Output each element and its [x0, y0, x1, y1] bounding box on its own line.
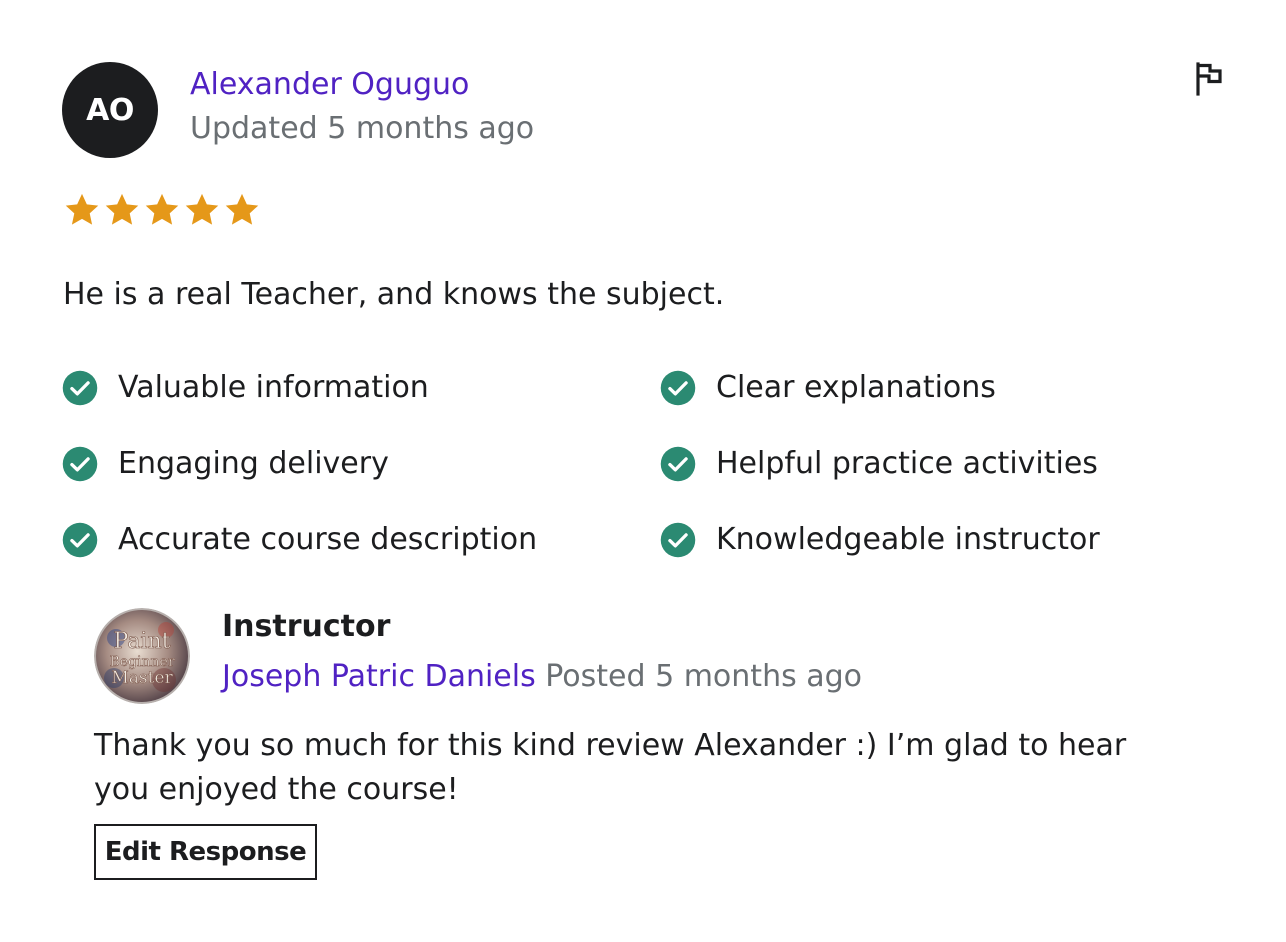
check-circle-icon	[62, 370, 98, 406]
edit-response-button[interactable]: Edit Response	[94, 824, 317, 880]
review-updated-date: Updated 5 months ago	[190, 111, 535, 146]
review-tag-label: Clear explanations	[716, 370, 996, 405]
reviewer-avatar: AO	[62, 62, 158, 158]
star-icon	[182, 190, 222, 230]
star-icon	[222, 190, 262, 230]
review-tag: Accurate course description	[62, 518, 537, 562]
check-circle-icon	[660, 522, 696, 558]
review-tag: Helpful practice activities	[660, 442, 1098, 486]
check-circle-icon	[660, 370, 696, 406]
review-tag: Engaging delivery	[62, 442, 389, 486]
avatar-initials: AO	[86, 92, 134, 128]
avatar-text-line-3: Master	[111, 668, 173, 688]
star-icon	[142, 190, 182, 230]
instructor-name-link[interactable]: Joseph Patric Daniels	[222, 659, 536, 694]
check-circle-icon	[660, 446, 696, 482]
instructor-avatar: Paint Beginner Master	[94, 608, 190, 704]
star-icon	[102, 190, 142, 230]
reviewer-name-link[interactable]: Alexander Oguguo	[190, 66, 469, 104]
review-tag-label: Helpful practice activities	[716, 446, 1098, 481]
avatar-text-line-1: Paint	[114, 629, 171, 654]
response-meta: Joseph Patric Daniels Posted 5 months ag…	[222, 658, 862, 696]
response-posted-date: Posted 5 months ago	[545, 659, 863, 694]
review-tag-label: Knowledgeable instructor	[716, 522, 1100, 557]
response-role: Instructor	[222, 609, 391, 644]
star-icon	[62, 190, 102, 230]
review-tag: Clear explanations	[660, 366, 996, 410]
check-circle-icon	[62, 522, 98, 558]
check-circle-icon	[62, 446, 98, 482]
review-tag-label: Engaging delivery	[118, 446, 389, 481]
review-comment: He is a real Teacher, and knows the subj…	[63, 277, 725, 312]
flag-icon	[1196, 62, 1222, 96]
review-tag: Knowledgeable instructor	[660, 518, 1100, 562]
rating-stars	[62, 190, 262, 230]
review-tag: Valuable information	[62, 366, 429, 410]
review-tag-label: Valuable information	[118, 370, 429, 405]
review-card: AO Alexander Oguguo Updated 5 months ago…	[0, 0, 1286, 942]
response-text: Thank you so much for this kind review A…	[94, 728, 1127, 807]
report-flag-button[interactable]	[1190, 60, 1228, 98]
review-tag-label: Accurate course description	[118, 522, 538, 557]
